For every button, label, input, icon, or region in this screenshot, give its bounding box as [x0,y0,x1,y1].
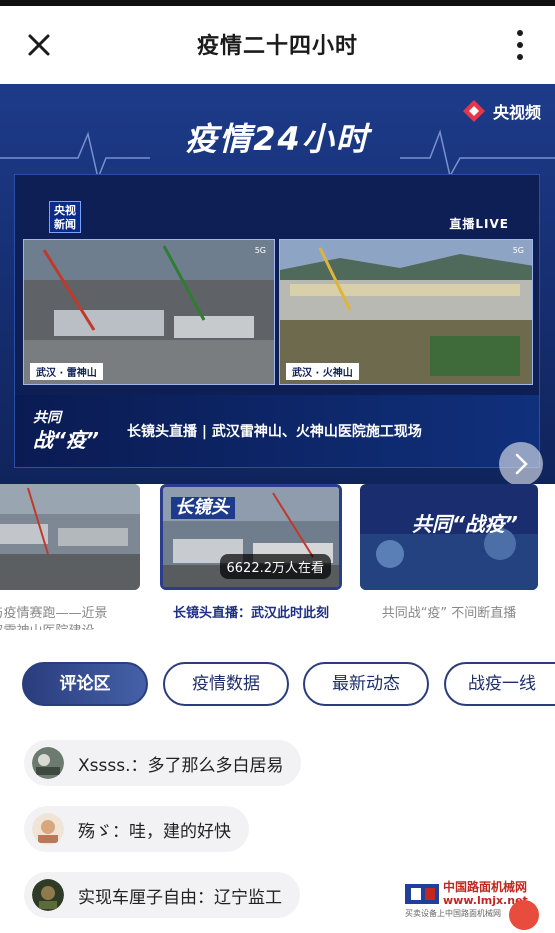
like-icon[interactable] [509,900,539,930]
avatar [32,879,64,911]
card-title: 与疫情赛跑——近景 [0,606,108,621]
carousel-card[interactable]: 与疫情赛跑——近景 汉雷神山医院建设… [0,484,140,630]
comment-text: 实现车厘子自由：辽宁监工 [78,887,282,908]
tag-5g: 5G [512,246,524,255]
brand-name: 央视频 [492,103,541,122]
carousel-card[interactable]: 共同“战疫” 共同战“疫” 不间断直播 [360,484,538,630]
card-thumbnail: 长镜头 6622.2万人在看 [160,484,342,590]
comment-bubble: 殇ゞ：哇，建的好快 [24,806,249,852]
video-carousel[interactable]: 与疫情赛跑——近景 汉雷神山医院建设… 长镜头 6622.2万人在看 长镜头直播… [0,484,555,630]
card-overlay-text: 共同“战疫” [412,512,518,536]
card-title: 长镜头直播：武汉此时此刻 [172,606,329,621]
card-title-line-2: 汉雷神山医院建设… [0,620,140,630]
avatar [32,747,64,779]
comment-text: 殇ゞ：哇，建的好快 [78,821,231,842]
more-vertical-icon[interactable] [513,26,527,64]
thumbnail-image [360,484,538,590]
frame-caption: 武汉 · 雷神山 [30,363,103,380]
tab-frontline[interactable]: 战疫一线 [444,662,555,706]
video-caption-strip: 共同 战“疫” 长镜头直播 | 武汉雷神山、火神山医院施工现场 [15,395,539,467]
live-video-player[interactable]: 央视 新闻 直播LIVE 5G 武汉 · 雷神山 5G 武汉 · 火神山 共同 … [14,174,540,468]
comment-bubble: 实现车厘子自由：辽宁监工 [24,872,300,918]
watermark-line-1: 中国路面机械网 [443,880,528,894]
page-title: 疫情二十四小时 [196,34,358,59]
tab-latest-news[interactable]: 最新动态 [303,662,429,706]
frame-caption: 武汉 · 火神山 [286,363,359,380]
thumbnail-image [0,484,140,590]
slogan-line-2: 战“疫” [33,428,99,452]
hero-banner: 疫情24小时 央视频 央视 新闻 直播LIVE 5G 武汉 · 雷神山 5G 武… [0,84,555,484]
watermark-logo-icon [405,884,439,904]
tab-comments[interactable]: 评论区 [22,662,148,706]
comment-text: Xssss.：多了那么多白居易 [78,755,284,776]
section-tabs: 评论区 疫情数据 最新动态 战疫一线 [0,662,555,708]
card-thumbnail: 共同“战疫” [360,484,538,590]
brand-logo: 央视频 [461,98,541,124]
tag-5g: 5G [254,246,266,255]
carousel-card-selected[interactable]: 长镜头 6622.2万人在看 长镜头直播：武汉此时此刻 [160,484,342,630]
viewer-count-badge: 6622.2万人在看 [219,554,331,579]
watermark-line-3: 买卖设备上中国路面机械网 [405,909,501,918]
tab-epidemic-data[interactable]: 疫情数据 [163,662,289,706]
card-overlay-text: 长镜头 [175,497,229,518]
video-frame-huoshenshan: 5G 武汉 · 火神山 [279,239,533,385]
cctv-video-logo-icon [462,100,485,122]
nav-bar: 疫情二十四小时 [0,6,555,84]
video-title: 长镜头直播 | 武汉雷神山、火神山医院施工现场 [127,424,422,440]
chevron-right-icon[interactable] [499,442,543,484]
slogan: 共同 战“疫” [33,407,99,451]
comment-bubble: Xssss.：多了那么多白居易 [24,740,302,786]
card-title: 共同战“疫” 不间断直播 [381,606,517,621]
slogan-line-1: 共同 [33,410,61,426]
avatar [32,813,64,845]
card-thumbnail [0,484,140,590]
cctv-news-badge: 央视 新闻 [49,201,81,233]
live-tag: 直播LIVE [449,217,509,231]
video-frame-leishenshan: 5G 武汉 · 雷神山 [23,239,275,385]
